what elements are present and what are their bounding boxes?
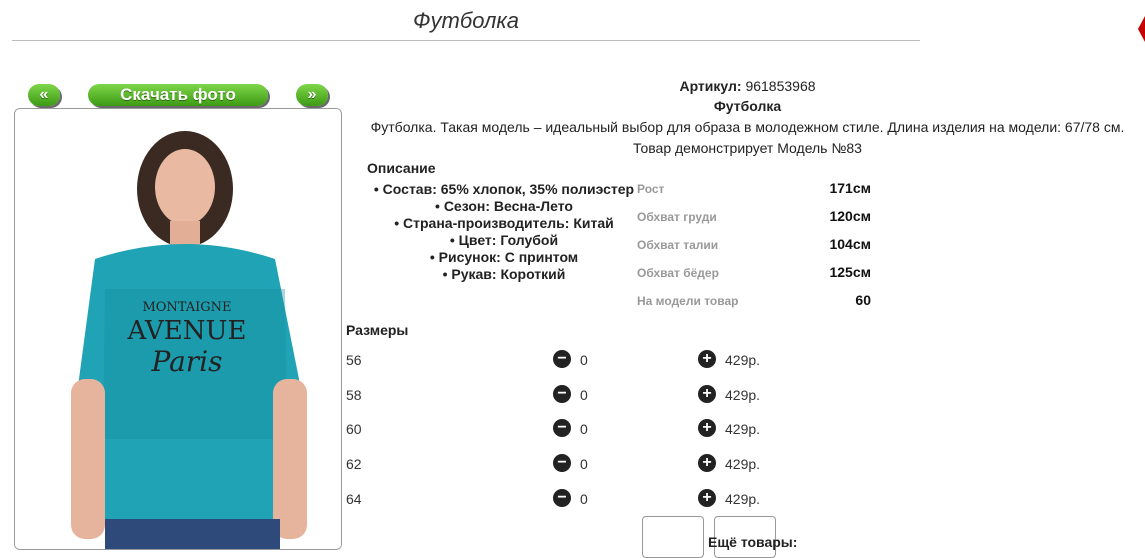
list-item: • Рисунок: С принтом [429,249,579,265]
list-item: • Сезон: Весна-Лето [435,198,573,214]
price-value: 429р. [725,491,761,507]
svg-text:AVENUE: AVENUE [127,316,247,346]
size-row: 58 − 0 + 429р. [346,385,846,405]
size-row: 60 − 0 + 429р. [346,419,846,439]
minus-circle-icon[interactable]: − [553,489,571,507]
measurements-table: Рост 171см Обхват груди 120см Обхват тал… [637,180,877,320]
minus-circle-icon[interactable]: − [553,454,571,472]
quantity-value: 0 [580,421,588,437]
svg-text:MONTAIGNE: MONTAIGNE [142,300,231,315]
prev-photo-button[interactable]: « [28,84,60,106]
measurement-label: Рост [637,182,665,196]
quantity-value: 0 [580,352,588,368]
description-heading: Описание [367,160,436,176]
measurement-value: 60 [855,292,871,308]
download-photo-button[interactable]: Скачать фото [88,84,268,106]
price-value: 429р. [725,421,761,437]
quantity-value: 0 [580,387,588,403]
size-label: 58 [346,387,362,403]
next-photo-button[interactable]: » [296,84,328,106]
article-label: Артикул: [679,78,742,94]
list-item: • Страна-производитель: Китай [394,215,614,231]
measurement-label: Обхват груди [637,210,717,224]
price-value: 429р. [725,387,761,403]
measurement-value: 120см [829,208,871,224]
size-label: 62 [346,456,362,472]
product-description: Футболка. Такая модель – идеальный выбор… [370,119,1125,135]
minus-circle-icon[interactable]: − [553,419,571,437]
measurement-value: 104см [829,236,871,252]
measurement-label: На модели товар [637,294,739,308]
measurement-row: Обхват груди 120см [637,208,877,236]
svg-text:Paris: Paris [151,345,223,378]
measurement-value: 125см [829,264,871,280]
measurement-row: На модели товар 60 [637,292,877,320]
size-row: 64 − 0 + 429р. [346,489,846,509]
sizes-heading: Размеры [346,322,409,338]
product-name: Футболка [713,98,782,114]
article-line: Артикул: 961853968 [350,78,1145,94]
measurement-row: Обхват талии 104см [637,236,877,264]
list-item: • Состав: 65% хлопок, 35% полиэстер [373,181,635,197]
price-value: 429р. [725,456,761,472]
plus-circle-icon[interactable]: + [698,350,716,368]
model-image: MONTAIGNE AVENUE Paris [15,109,341,549]
size-row: 62 − 0 + 429р. [346,454,846,474]
plus-circle-icon[interactable]: + [698,385,716,403]
size-label: 64 [346,491,362,507]
model-note: Товар демонстрирует Модель №83 [633,140,862,156]
measurement-row: Обхват бёдер 125см [637,264,877,292]
page-title: Футболка [12,8,920,41]
price-value: 429р. [725,352,761,368]
minus-circle-icon[interactable]: − [553,385,571,403]
list-item: • Цвет: Голубой [449,232,559,248]
size-label: 56 [346,352,362,368]
article-value: 961853968 [745,78,816,94]
plus-circle-icon[interactable]: + [698,419,716,437]
product-photo: MONTAIGNE AVENUE Paris [14,108,342,550]
corner-icon [1138,16,1145,42]
quantity-value: 0 [580,456,588,472]
measurement-label: Обхват талии [637,238,719,252]
size-label: 60 [346,421,362,437]
minus-circle-icon[interactable]: − [553,350,571,368]
plus-circle-icon[interactable]: + [698,489,716,507]
measurement-label: Обхват бёдер [637,266,719,280]
measurement-row: Рост 171см [637,180,877,208]
thumbnail-1[interactable] [642,516,704,558]
plus-circle-icon[interactable]: + [698,454,716,472]
more-products-heading: Ещё товары: [708,534,798,550]
list-item: • Рукав: Короткий [442,266,566,282]
size-row: 56 − 0 + 429р. [346,350,846,370]
description-list: • Состав: 65% хлопок, 35% полиэстер • Се… [370,181,638,283]
measurement-value: 171см [829,180,871,196]
quantity-value: 0 [580,491,588,507]
